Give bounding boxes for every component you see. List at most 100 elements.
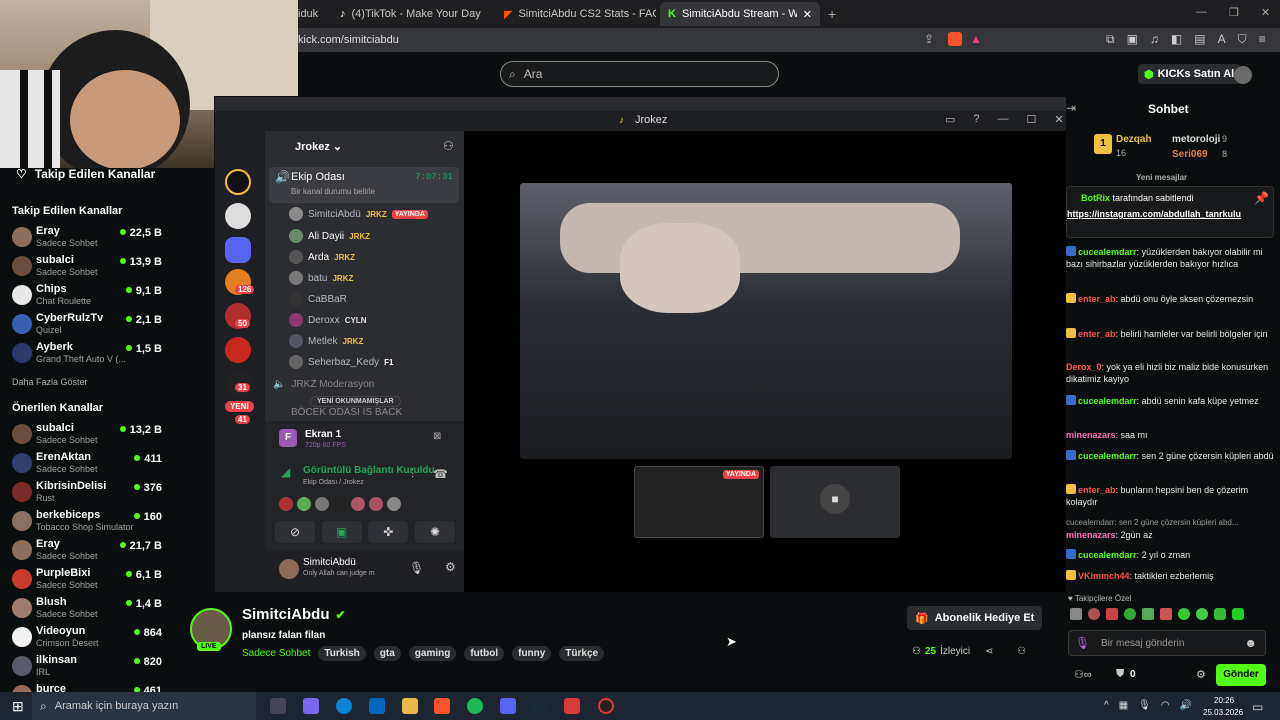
leaderboard-name[interactable]: Dezqah [1116, 134, 1152, 145]
microphone-icon[interactable]: 🎙 [1075, 636, 1090, 650]
chat-input[interactable]: 🎙 Bir mesaj gönderin ☻ [1068, 630, 1266, 656]
streamer-name[interactable]: SimitciAbdu [242, 606, 330, 623]
chat-user[interactable]: cucealemdarr [1078, 396, 1137, 406]
kicks-buy-button[interactable]: ⬢ KICKs Satın Al [1138, 64, 1241, 84]
emote-icon[interactable] [1160, 608, 1172, 620]
add-friend-icon[interactable]: ⚇ [443, 139, 454, 153]
new-badge[interactable]: YENİ [225, 401, 254, 412]
emote-icon[interactable] [1106, 608, 1118, 620]
close-tab-icon[interactable]: ✕ [803, 8, 812, 21]
emote-icon[interactable] [1070, 608, 1082, 620]
followed-top-header[interactable]: ♡ Takip Edilen Kanallar [16, 167, 155, 181]
main-video[interactable] [520, 183, 1012, 459]
follow-icon[interactable]: ⚇ [1017, 646, 1026, 657]
voice-user[interactable]: Deroxx CYLN [289, 311, 366, 329]
clock-time[interactable]: 20:26 [1214, 696, 1234, 705]
voice-user[interactable]: SimitciAbdü JRKZ YAYINDA [289, 205, 428, 223]
screenshare-button[interactable]: ▣ [321, 521, 362, 543]
menu-icon[interactable]: ≡ [1259, 32, 1266, 47]
emote-icon[interactable] [1178, 608, 1190, 620]
windows-start-icon[interactable]: ⊞ [12, 698, 24, 715]
camera-off-button[interactable]: ⊘ [275, 521, 315, 543]
pinned-link[interactable]: https://instagram.com/abdullah_tanrkulu [1067, 209, 1262, 219]
server-icon[interactable] [225, 337, 251, 363]
shield-icon[interactable]: ⛉ [1238, 32, 1247, 47]
voice-user[interactable]: batu JRKZ [289, 269, 353, 287]
recommended-channel-erenaktan[interactable]: ErenAktan Sadece Sohbet 411 [12, 451, 162, 477]
leaderboard-name[interactable]: metoroloji [1172, 134, 1220, 145]
server-name[interactable]: Jrokez ⌄ [295, 140, 342, 153]
collapse-chat-icon[interactable]: ⇥ [1066, 101, 1076, 115]
maximize-icon[interactable]: ☐ [1027, 113, 1037, 126]
user-avatar[interactable] [1234, 66, 1252, 84]
gift-sub-button[interactable]: 🎁 Abonelik Hediye Et [907, 606, 1043, 630]
reply-preview[interactable]: cucealemdarr: sen 2 güne çözersin küpler… [1066, 517, 1276, 529]
emote-icon[interactable] [1214, 608, 1226, 620]
browser-tab-tiktok[interactable]: ♪ (4)TikTok - Make Your Day [332, 2, 492, 26]
tag[interactable]: gta [373, 646, 401, 661]
emote-icon[interactable] [1124, 608, 1136, 620]
search-input[interactable]: ⌕ Ara [500, 61, 779, 87]
activities-button[interactable]: ✜ [368, 521, 409, 543]
close-icon[interactable]: ✕ [1054, 113, 1063, 126]
brave-shield-icon[interactable] [948, 32, 962, 46]
tag[interactable]: Türkçe [559, 646, 605, 661]
camera-tile[interactable]: ■ [770, 466, 900, 538]
extensions-icon[interactable]: ⧉ [1106, 32, 1115, 47]
new-messages-indicator[interactable]: Yeni mesajlar [1136, 173, 1187, 182]
translate-icon[interactable]: A [1218, 32, 1226, 47]
wifi-icon[interactable]: ◠ [1161, 700, 1170, 711]
share-icon[interactable]: ⇪ [924, 32, 934, 46]
spotify-icon[interactable] [467, 698, 483, 714]
chat-user[interactable]: minenazars [1066, 530, 1116, 540]
volume-icon[interactable]: 🔊 [1180, 700, 1192, 711]
chat-user[interactable]: cucealemdarr [1078, 451, 1137, 461]
brave-icon[interactable] [434, 698, 450, 714]
file-explorer-icon[interactable] [402, 698, 418, 714]
chat-user[interactable]: cucealemdarr [1078, 550, 1137, 560]
send-button[interactable]: Gönder [1216, 664, 1266, 686]
taskbar-search[interactable]: ⌕ Aramak için buraya yazın [32, 692, 256, 720]
discord-icon[interactable] [500, 698, 516, 714]
new-tab-icon[interactable]: + [828, 6, 836, 22]
copilot-icon[interactable] [303, 698, 319, 714]
recommended-channel-berkebiceps[interactable]: berkebiceps Tobacco Shop Simulator 160 [12, 509, 162, 535]
emote-icon[interactable] [1232, 608, 1244, 620]
voice-user[interactable]: Ali Dayii JRKZ [289, 227, 370, 245]
steam-icon[interactable] [530, 698, 546, 714]
followed-channel-eray[interactable]: Eray Sadece Sohbet 22,5 B [12, 225, 162, 251]
followed-channel-chips[interactable]: Chips Chat Roulette 9,1 B [12, 283, 162, 309]
pin-icon[interactable]: 📌 [1254, 191, 1269, 205]
settings-icon[interactable]: ⚙ [1196, 668, 1206, 681]
noise-icon[interactable]: ⫶ [411, 467, 414, 482]
emoji-icon[interactable]: ☻ [1244, 636, 1257, 650]
browser-tab-faceit[interactable]: ◤ SimitciAbdu CS2 Stats - FACEIT.com [496, 2, 656, 26]
leaderboard-name[interactable]: Seri069 [1172, 149, 1208, 160]
stop-share-icon[interactable]: ⊠ [433, 431, 441, 442]
tray-up-icon[interactable]: ^ [1104, 700, 1109, 711]
tag[interactable]: futbol [464, 646, 505, 661]
server-icon[interactable] [225, 203, 251, 229]
followed-channel-ayberk[interactable]: Ayberk Grand Theft Auto V (... 1,5 B [12, 341, 162, 367]
music-icon[interactable]: ♫ [1150, 32, 1159, 47]
followed-channel-cyberrulztv[interactable]: CyberRulzTv Quizel 2,1 B [12, 312, 162, 338]
soundboard-button[interactable]: ✺ [414, 521, 455, 543]
chat-user[interactable]: minenazars [1066, 430, 1116, 440]
rewards-icon[interactable]: ▲ [970, 32, 982, 46]
microphone-icon[interactable]: 🎙 [409, 561, 424, 575]
share-icon[interactable]: ⋖ [985, 646, 993, 657]
voice-channel-active[interactable]: 🔊 Ekip Odası 7:07:31 Bir kanal durumu be… [269, 167, 459, 203]
self-avatar[interactable] [279, 559, 299, 579]
gear-icon[interactable]: ⚙ [445, 560, 456, 574]
recommended-channel-videoyun[interactable]: Videoyun Crimson Desert 864 [12, 625, 162, 651]
chat-user[interactable]: enter_ab [1078, 485, 1116, 495]
clock-date[interactable]: 25.03.2026 [1203, 708, 1243, 717]
recommended-channel-blush[interactable]: Blush Sadece Sohbet 1,4 B [12, 596, 162, 622]
pinned-message[interactable]: BotRix tarafından sabitlendi https://ins… [1066, 186, 1274, 238]
close-window-icon[interactable]: ✕ [1261, 6, 1270, 19]
emote-icon[interactable] [1142, 608, 1154, 620]
voice-user[interactable]: Metlek JRKZ [289, 332, 363, 350]
category-moderation[interactable]: 🔈 JRKZ Moderasyon [273, 379, 374, 390]
edge-icon[interactable] [336, 698, 352, 714]
channel-status[interactable]: Bir kanal durumu belirle [291, 187, 375, 196]
